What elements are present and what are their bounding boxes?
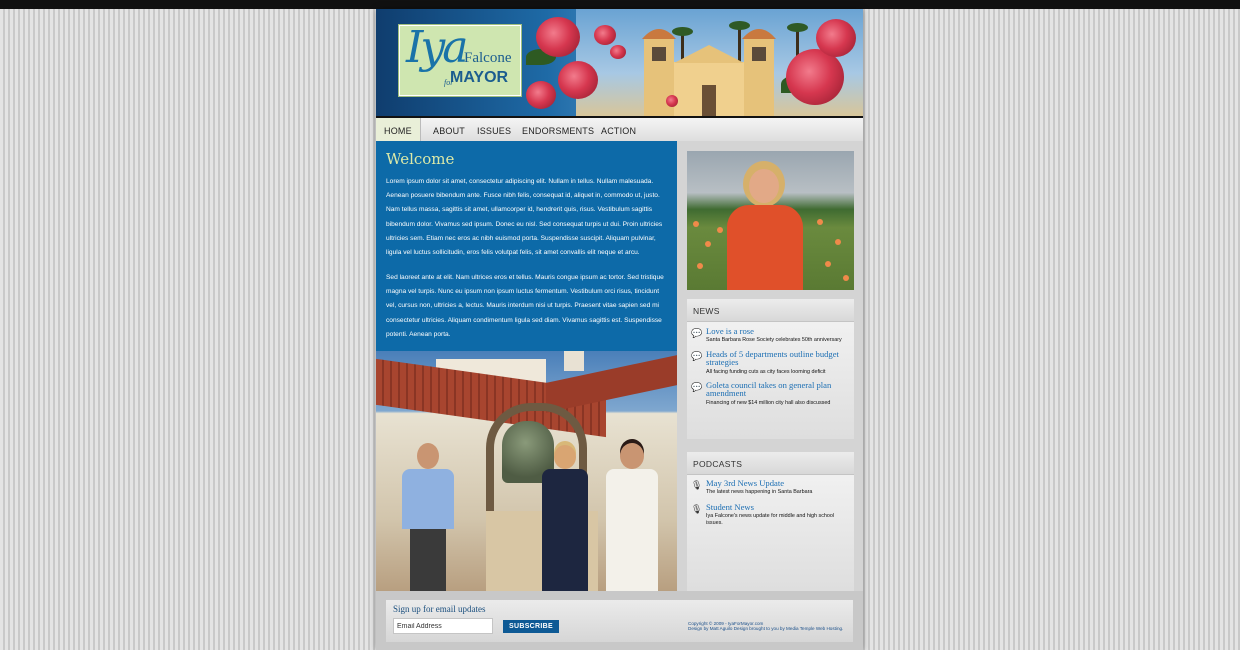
photo-flower	[843, 275, 849, 281]
footer: Sign up for email updates SUBSCRIBE Copy…	[386, 600, 853, 642]
photo-person	[402, 443, 454, 591]
rose	[536, 17, 580, 57]
main-nav: HOME ABOUT ISSUES ENDORSMENTS ACTION	[376, 116, 863, 143]
photo-person-coat	[606, 469, 658, 591]
news-box: NEWS 💬 Love is a rose Santa Barbara Rose…	[687, 299, 854, 439]
photo-person-head	[620, 443, 644, 469]
photo-flower	[825, 261, 831, 267]
rose	[816, 19, 856, 57]
news-desc: Santa Barbara Rose Society celebrates 50…	[706, 337, 842, 343]
photo-flower	[697, 263, 703, 269]
page-container: Iya Falcone for MAYOR HOME ABOUT ISSUES …	[376, 9, 863, 650]
microphone-icon: 🎙	[691, 480, 703, 490]
rose	[666, 95, 678, 107]
rose	[610, 45, 626, 59]
photo-person	[542, 445, 588, 591]
news-desc: Financing of new $14 million city hall a…	[706, 400, 831, 406]
subscribe-button[interactable]: SUBSCRIBE	[503, 620, 559, 633]
news-title[interactable]: Heads of 5 departments outline budget st…	[706, 350, 850, 367]
speech-bubble-icon: 💬	[691, 328, 703, 338]
main-content: Welcome Lorem ipsum dolor sit amet, cons…	[376, 141, 677, 591]
podcast-desc: The latest news happening in Santa Barba…	[706, 489, 813, 495]
logo-iya: Iya	[406, 22, 469, 73]
photo-person-pants	[410, 529, 446, 591]
podcast-title[interactable]: May 3rd News Update	[706, 479, 850, 488]
rose	[786, 49, 844, 105]
nav-endorsments[interactable]: ENDORSMENTS	[522, 118, 594, 143]
nav-issues[interactable]: ISSUES	[477, 118, 511, 143]
page-title: Welcome	[386, 150, 455, 168]
podcast-desc: Iya Falcone's news update for middle and…	[706, 513, 835, 526]
nav-action[interactable]: ACTION	[601, 118, 636, 143]
rose	[594, 25, 616, 45]
photo-chimney	[564, 351, 584, 371]
podcasts-heading: PODCASTS	[687, 452, 854, 475]
photo-flower	[693, 221, 699, 227]
photo-flower	[835, 239, 841, 245]
portrait-face	[749, 169, 779, 203]
sidebar: NEWS 💬 Love is a rose Santa Barbara Rose…	[677, 141, 863, 591]
welcome-paragraph-1: Lorem ipsum dolor sit amet, consectetur …	[386, 178, 663, 257]
logo-falcone: Falcone	[464, 50, 512, 66]
microphone-icon: 🎙	[691, 504, 703, 514]
speech-bubble-icon: 💬	[691, 351, 703, 361]
portrait-shirt	[727, 205, 803, 290]
campaign-photo	[376, 351, 677, 591]
nav-about[interactable]: ABOUT	[433, 118, 465, 143]
top-bar	[0, 0, 1240, 9]
signup-label: Sign up for email updates	[393, 604, 486, 614]
rose	[526, 81, 556, 109]
logo-mayor: MAYOR	[450, 69, 509, 86]
email-field[interactable]	[393, 618, 493, 634]
news-desc: All facing funding cuts as city faces lo…	[706, 369, 826, 375]
news-title[interactable]: Love is a rose	[706, 327, 850, 336]
photo-person-head	[417, 443, 439, 469]
photo-flower	[817, 219, 823, 225]
photo-person	[606, 443, 658, 591]
photo-flower	[705, 241, 711, 247]
site-logo[interactable]: Iya Falcone for MAYOR	[399, 25, 521, 96]
mission-church-image	[642, 29, 776, 116]
copyright-text: Copyright © 2009 - IyaForMayor.com Desig…	[688, 621, 853, 632]
photo-flower	[717, 227, 723, 233]
rose	[558, 61, 598, 99]
credits-line[interactable]: Design by Matt Aguilo Design brought to …	[688, 626, 853, 631]
podcasts-box: PODCASTS 🎙 May 3rd News Update The lates…	[687, 452, 854, 591]
welcome-paragraph-2: Sed laoreet ante at elit. Nam ultrices e…	[386, 274, 664, 338]
photo-person-jacket	[542, 469, 588, 591]
header-banner: Iya Falcone for MAYOR	[376, 9, 863, 116]
podcast-title[interactable]: Student News	[706, 503, 850, 512]
news-title[interactable]: Goleta council takes on general plan ame…	[706, 381, 850, 398]
photo-person-shirt	[402, 469, 454, 529]
speech-bubble-icon: 💬	[691, 382, 703, 392]
photo-person-head	[554, 445, 576, 469]
nav-home[interactable]: HOME	[376, 118, 421, 143]
candidate-portrait	[687, 151, 854, 290]
news-heading: NEWS	[687, 299, 854, 322]
